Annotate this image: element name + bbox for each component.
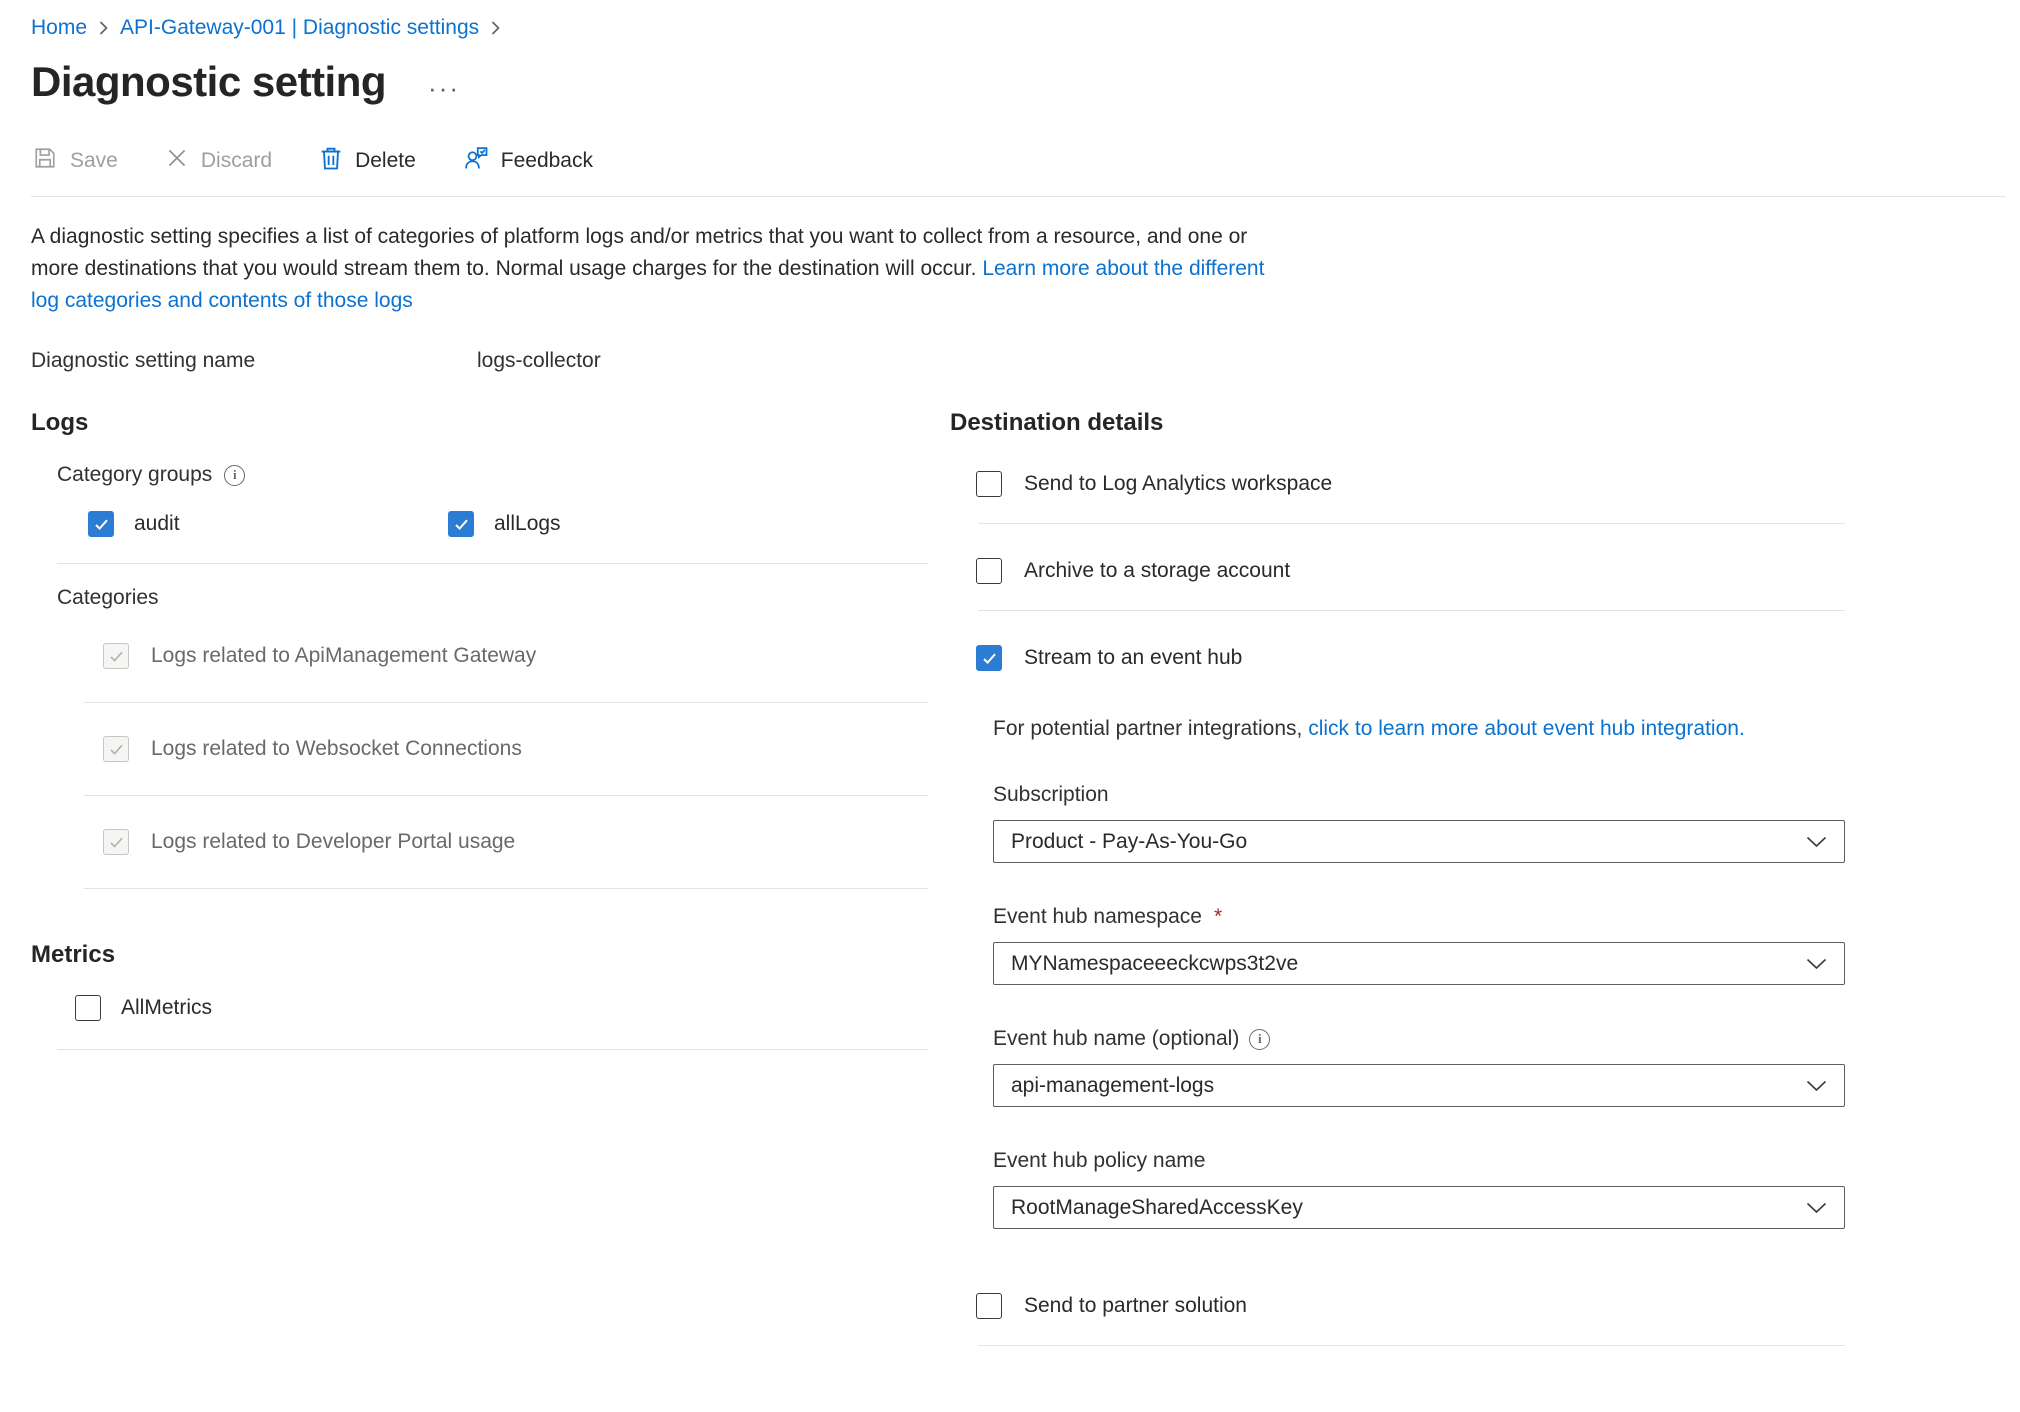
chevron-down-icon [1806, 1196, 1827, 1220]
checkbox-audit[interactable]: audit [88, 511, 448, 537]
event-hub-namespace-label: Event hub namespace [993, 905, 1202, 929]
diagnostic-setting-page: Home API-Gateway-001 | Diagnostic settin… [0, 0, 2020, 1412]
save-button[interactable]: Save [31, 144, 118, 178]
logs-section: Logs Category groups i audit allLogs [31, 409, 928, 1346]
breadcrumb-link-diagnostic-settings[interactable]: API-Gateway-001 | Diagnostic settings [120, 16, 479, 40]
event-hub-namespace-dropdown[interactable]: MYNamespaceeeckcwps3t2ve [993, 942, 1845, 985]
chevron-down-icon [1806, 952, 1827, 976]
event-hub-name-field: Event hub name (optional) i api-manageme… [993, 1027, 1845, 1107]
unchecked-checkbox-icon[interactable] [976, 1293, 1002, 1319]
subscription-label: Subscription [993, 783, 1109, 807]
chevron-right-icon [491, 20, 500, 36]
divider [84, 888, 928, 889]
checkbox-allmetrics[interactable]: AllMetrics [75, 995, 928, 1021]
event-hub-name-dropdown[interactable]: api-management-logs [993, 1064, 1845, 1107]
checkbox-stream-to-event-hub[interactable]: Stream to an event hub [976, 645, 1845, 671]
event-hub-namespace-field: Event hub namespace * MYNamespaceeeckcwp… [993, 905, 1845, 985]
unchecked-checkbox-icon[interactable] [976, 558, 1002, 584]
delete-icon [318, 144, 344, 178]
breadcrumb: Home API-Gateway-001 | Diagnostic settin… [31, 16, 2020, 40]
disabled-checked-checkbox-icon [103, 643, 129, 669]
checkbox-send-to-log-analytics[interactable]: Send to Log Analytics workspace [976, 471, 1845, 497]
feedback-button[interactable]: Feedback [462, 144, 593, 178]
chevron-down-icon [1806, 830, 1827, 854]
chevron-right-icon [99, 20, 108, 36]
discard-icon [164, 145, 190, 177]
event-hub-name-label: Event hub name (optional) [993, 1027, 1239, 1051]
page-description: A diagnostic setting specifies a list of… [31, 221, 1281, 317]
unchecked-checkbox-icon[interactable] [976, 471, 1002, 497]
subscription-field: Subscription Product - Pay-As-You-Go [993, 783, 1845, 863]
checkbox-archive-to-storage[interactable]: Archive to a storage account [976, 558, 1845, 584]
chevron-down-icon [1806, 1074, 1827, 1098]
checkbox-category-developer-portal: Logs related to Developer Portal usage [103, 796, 928, 888]
info-icon[interactable]: i [1249, 1029, 1270, 1050]
checkbox-alllogs[interactable]: allLogs [448, 511, 808, 537]
page-title: Diagnostic setting [31, 58, 386, 106]
logs-heading: Logs [31, 409, 928, 437]
divider [57, 563, 928, 564]
categories-label: Categories [57, 586, 928, 610]
delete-button[interactable]: Delete [318, 144, 416, 178]
event-hub-policy-name-dropdown[interactable]: RootManageSharedAccessKey [993, 1186, 1845, 1229]
checkbox-send-to-partner-solution[interactable]: Send to partner solution [976, 1293, 1845, 1319]
destination-details-section: Destination details Send to Log Analytic… [950, 409, 1845, 1346]
feedback-icon [462, 144, 490, 178]
metrics-heading: Metrics [31, 941, 928, 969]
more-options-icon[interactable]: ··· [428, 63, 460, 101]
destination-details-heading: Destination details [950, 409, 1845, 437]
disabled-checked-checkbox-icon [103, 736, 129, 762]
checked-checkbox-icon[interactable] [448, 511, 474, 537]
checkbox-category-apimanagement-gateway: Logs related to ApiManagement Gateway [103, 610, 928, 702]
divider [978, 610, 1845, 611]
divider [57, 1049, 928, 1050]
unchecked-checkbox-icon[interactable] [75, 995, 101, 1021]
event-hub-policy-name-label: Event hub policy name [993, 1149, 1205, 1173]
divider [978, 523, 1845, 524]
subscription-dropdown[interactable]: Product - Pay-As-You-Go [993, 820, 1845, 863]
checked-checkbox-icon[interactable] [88, 511, 114, 537]
required-asterisk: * [1214, 905, 1222, 929]
command-bar: Save Discard Delete [31, 144, 2006, 197]
diagnostic-setting-name-label: Diagnostic setting name [31, 349, 477, 373]
event-hub-policy-name-field: Event hub policy name RootManageSharedAc… [993, 1149, 1845, 1229]
diagnostic-setting-name-value: logs-collector [477, 349, 601, 373]
discard-button[interactable]: Discard [164, 145, 272, 177]
info-icon[interactable]: i [224, 465, 245, 486]
disabled-checked-checkbox-icon [103, 829, 129, 855]
save-icon [31, 144, 59, 178]
event-hub-integration-link[interactable]: click to learn more about event hub inte… [1308, 717, 1745, 740]
checked-checkbox-icon[interactable] [976, 645, 1002, 671]
checkbox-category-websocket-connections: Logs related to Websocket Connections [103, 703, 928, 795]
category-groups-label: Category groups [57, 463, 212, 487]
breadcrumb-link-home[interactable]: Home [31, 16, 87, 40]
divider [978, 1345, 1845, 1346]
partner-integration-note: For potential partner integrations, clic… [993, 717, 1845, 741]
